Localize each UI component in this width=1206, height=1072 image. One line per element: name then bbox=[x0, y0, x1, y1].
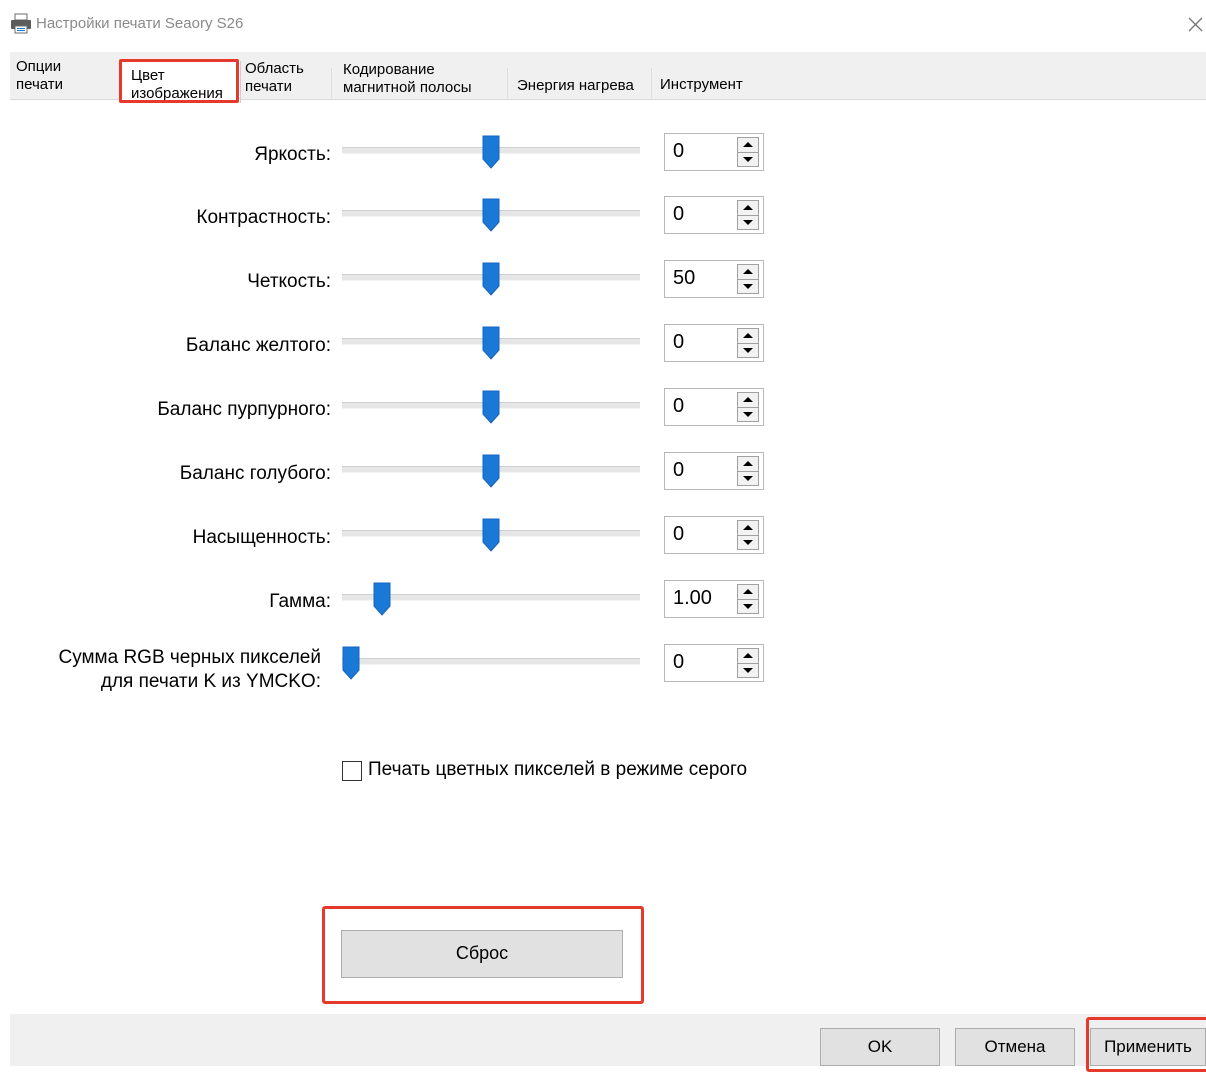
arrow-up-icon[interactable] bbox=[743, 461, 753, 466]
arrow-down-icon[interactable] bbox=[743, 476, 753, 481]
cancel-button[interactable]: Отмена bbox=[955, 1028, 1075, 1066]
spinbox-value[interactable]: 0 bbox=[673, 331, 684, 354]
spin-buttons[interactable] bbox=[737, 456, 759, 486]
arrow-up-icon[interactable] bbox=[743, 269, 753, 274]
spin-buttons[interactable] bbox=[737, 200, 759, 230]
arrow-up-icon[interactable] bbox=[743, 205, 753, 210]
spin-divider bbox=[738, 407, 758, 408]
grayscale-checkbox-label[interactable]: Печать цветных пикселей в режиме серого bbox=[368, 759, 747, 781]
slider-thumb[interactable] bbox=[342, 646, 360, 680]
slider-thumb[interactable] bbox=[482, 518, 500, 552]
grayscale-checkbox[interactable] bbox=[342, 761, 362, 781]
spin-divider bbox=[738, 215, 758, 216]
tab-label: Область печати bbox=[245, 60, 304, 95]
arrow-down-icon[interactable] bbox=[743, 540, 753, 545]
spin-divider bbox=[738, 279, 758, 280]
slider-label: Контрастность: bbox=[196, 207, 331, 228]
arrow-up-icon[interactable] bbox=[743, 333, 753, 338]
ok-button[interactable]: OK bbox=[820, 1028, 940, 1066]
tab-separator bbox=[507, 68, 508, 98]
reset-highlight-frame bbox=[322, 906, 644, 1004]
tab-label: Кодирование магнитной полосы bbox=[343, 61, 472, 96]
spin-buttons[interactable] bbox=[737, 264, 759, 294]
spinbox-value[interactable]: 0 bbox=[673, 523, 684, 546]
value-spinbox[interactable]: 50 bbox=[664, 260, 764, 298]
tab-label: Опции печати bbox=[16, 58, 64, 93]
arrow-up-icon[interactable] bbox=[743, 589, 753, 594]
tab-magnetic-encoding[interactable]: Кодирование магнитной полосы bbox=[343, 61, 472, 97]
spinbox-value[interactable]: 1.00 bbox=[673, 587, 712, 610]
slider-label: Четкость: bbox=[247, 271, 331, 292]
slider-label: Гамма: bbox=[269, 591, 331, 612]
arrow-up-icon[interactable] bbox=[743, 525, 753, 530]
spin-divider bbox=[738, 343, 758, 344]
close-icon[interactable] bbox=[1186, 14, 1206, 34]
spin-buttons[interactable] bbox=[737, 584, 759, 614]
slider-thumb[interactable] bbox=[482, 198, 500, 232]
value-spinbox[interactable]: 0 bbox=[664, 452, 764, 490]
spinbox-value[interactable]: 50 bbox=[673, 267, 695, 290]
tab-label: Инструмент bbox=[660, 76, 743, 93]
slider-thumb[interactable] bbox=[482, 262, 500, 296]
arrow-down-icon[interactable] bbox=[743, 284, 753, 289]
value-spinbox[interactable]: 0 bbox=[664, 388, 764, 426]
spin-divider bbox=[738, 535, 758, 536]
tab-heating-energy[interactable]: Энергия нагрева bbox=[517, 77, 634, 95]
value-spinbox[interactable]: 0 bbox=[664, 133, 764, 171]
title-bar: Настройки печати Seaory S26 bbox=[0, 0, 1206, 50]
arrow-down-icon[interactable] bbox=[743, 157, 753, 162]
slider-thumb[interactable] bbox=[482, 326, 500, 360]
window-title: Настройки печати Seaory S26 bbox=[36, 15, 244, 32]
spin-buttons[interactable] bbox=[737, 648, 759, 678]
spin-buttons[interactable] bbox=[737, 328, 759, 358]
arrow-down-icon[interactable] bbox=[743, 348, 753, 353]
tab-print-options[interactable]: Опции печати bbox=[16, 58, 63, 94]
spin-buttons[interactable] bbox=[737, 520, 759, 550]
tab-separator bbox=[651, 68, 652, 98]
value-spinbox[interactable]: 1.00 bbox=[664, 580, 764, 618]
value-spinbox[interactable]: 0 bbox=[664, 324, 764, 362]
tab-label: Энергия нагрева bbox=[517, 77, 634, 94]
value-spinbox[interactable]: 0 bbox=[664, 196, 764, 234]
slider-label: Баланс пурпурного: bbox=[157, 399, 331, 420]
arrow-up-icon[interactable] bbox=[743, 397, 753, 402]
spin-buttons[interactable] bbox=[737, 137, 759, 167]
arrow-down-icon[interactable] bbox=[743, 668, 753, 673]
arrow-down-icon[interactable] bbox=[743, 604, 753, 609]
slider-track[interactable] bbox=[342, 658, 640, 665]
spinbox-value[interactable]: 0 bbox=[673, 203, 684, 226]
value-spinbox[interactable]: 0 bbox=[664, 644, 764, 682]
slider-label: Яркость: bbox=[254, 144, 331, 165]
spinbox-value[interactable]: 0 bbox=[673, 459, 684, 482]
tab-tool[interactable]: Инструмент bbox=[660, 76, 743, 94]
spin-divider bbox=[738, 152, 758, 153]
slider-thumb[interactable] bbox=[482, 135, 500, 169]
spinbox-value[interactable]: 0 bbox=[673, 651, 684, 674]
slider-label: Насыщенность: bbox=[192, 527, 331, 548]
spin-divider bbox=[738, 599, 758, 600]
printer-icon bbox=[11, 13, 31, 34]
apply-highlight-frame bbox=[1086, 1017, 1206, 1072]
arrow-down-icon[interactable] bbox=[743, 412, 753, 417]
spin-buttons[interactable] bbox=[737, 392, 759, 422]
spin-divider bbox=[738, 663, 758, 664]
arrow-down-icon[interactable] bbox=[743, 220, 753, 225]
slider-thumb[interactable] bbox=[482, 390, 500, 424]
tab-separator bbox=[331, 68, 332, 98]
spinbox-value[interactable]: 0 bbox=[673, 395, 684, 418]
slider-label: Баланс голубого: bbox=[179, 463, 331, 484]
tab-highlight-frame bbox=[119, 59, 239, 103]
spinbox-value[interactable]: 0 bbox=[673, 140, 684, 163]
spin-divider bbox=[738, 471, 758, 472]
slider-thumb[interactable] bbox=[482, 454, 500, 488]
slider-thumb[interactable] bbox=[373, 582, 391, 616]
slider-label: Сумма RGB черных пикселей для печати K и… bbox=[58, 647, 321, 692]
tab-print-area[interactable]: Область печати bbox=[245, 60, 304, 96]
slider-label: Баланс желтого: bbox=[185, 335, 331, 356]
arrow-up-icon[interactable] bbox=[743, 653, 753, 658]
arrow-up-icon[interactable] bbox=[743, 142, 753, 147]
value-spinbox[interactable]: 0 bbox=[664, 516, 764, 554]
